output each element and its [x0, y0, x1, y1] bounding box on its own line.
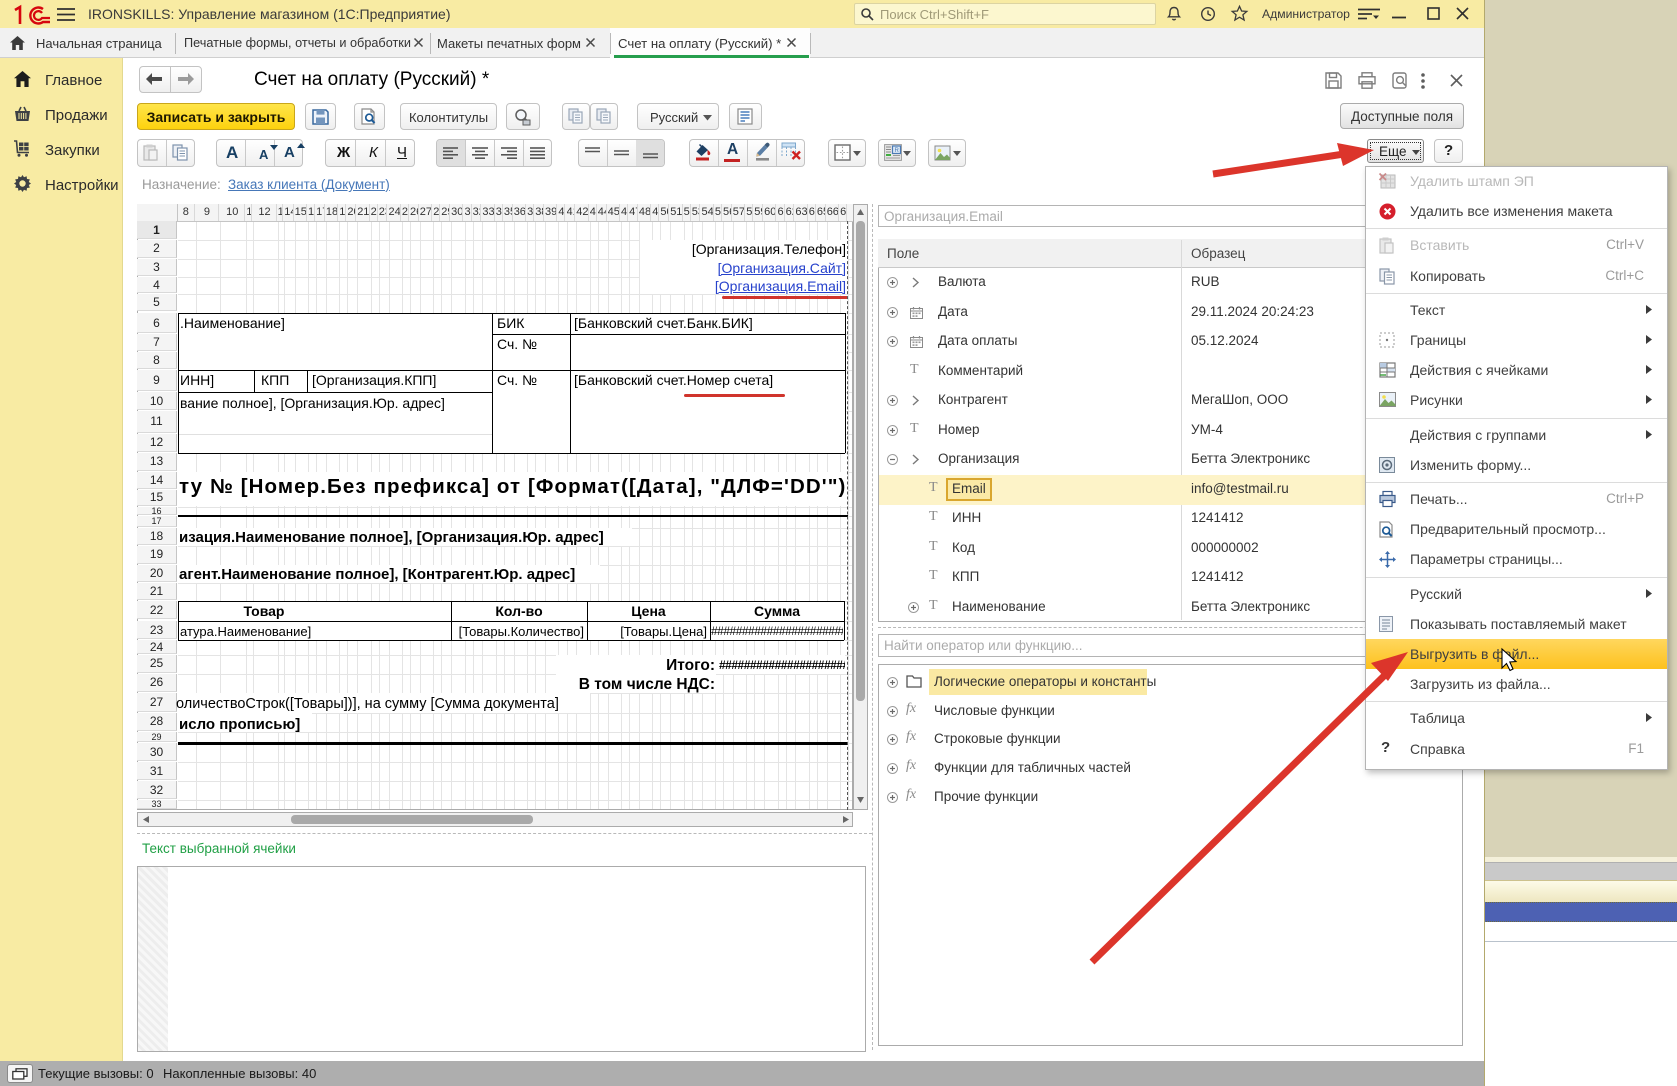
svg-text:R: R [895, 148, 900, 154]
